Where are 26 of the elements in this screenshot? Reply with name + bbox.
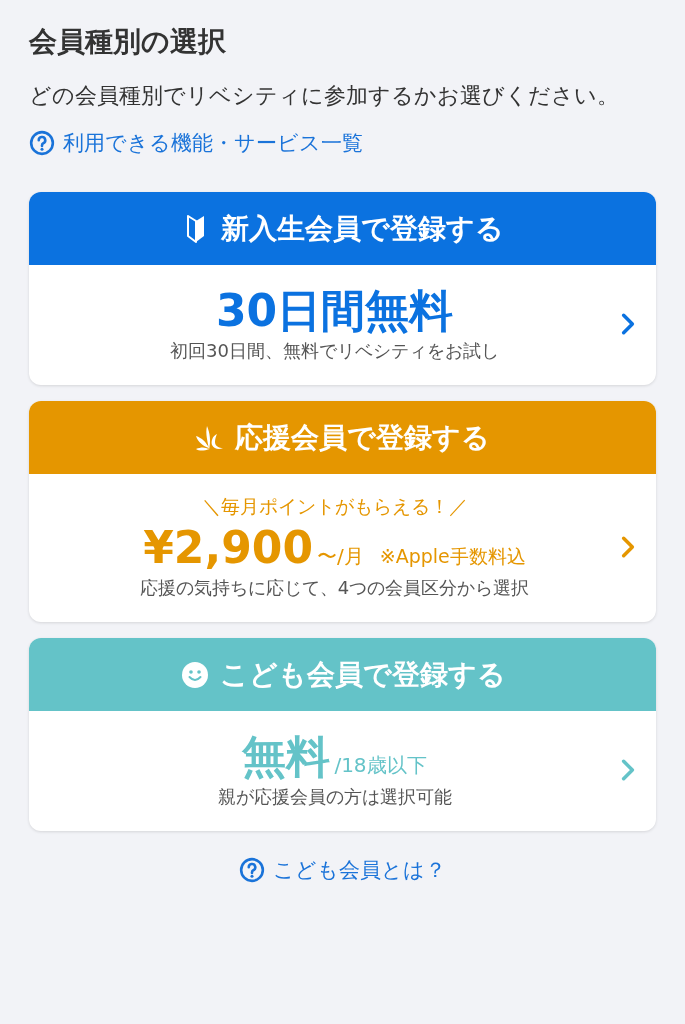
child-member-link[interactable]: こども会員とは？ (29, 855, 656, 885)
tagline: ＼毎月ポイントがもらえる！／ (201, 494, 468, 519)
plan-card[interactable]: こども会員で登録する 無料/18歳以下 親が応援会員の方は選択可能 (29, 638, 656, 831)
smiley-icon (179, 660, 210, 689)
fee-note: ※Apple手数料込 (379, 544, 526, 569)
plan-card[interactable]: 応援会員で登録する ＼毎月ポイントがもらえる！／ ¥2,900〜/月 ※Apple手数料込 応援の気持ちに応じて、4つの会員区分から選択 (29, 401, 656, 622)
chevron-right-icon (620, 758, 636, 782)
price-suffix: /18歳以下 (334, 752, 427, 779)
chevron-right-icon (620, 312, 636, 336)
card-description: 親が応援会員の方は選択可能 (217, 785, 452, 809)
card-description: 初回30日間、無料でリベシティをお試し (170, 339, 499, 363)
page-description: どの会員種別でリベシティに参加するかお選びください。 (29, 82, 620, 110)
plan-card[interactable]: 新入生会員で登録する 30日間無料 初回30日間、無料でリベシティをお試し (29, 192, 656, 385)
page-title: 会員種別の選択 (29, 24, 227, 60)
card-title: こども会員で登録する (219, 656, 506, 693)
price: ¥2,900 (143, 522, 313, 574)
price: 無料 (242, 731, 331, 783)
price: 30日間無料 (215, 285, 454, 337)
chevron-right-icon (620, 535, 636, 559)
price-suffix: 〜/月 (317, 543, 364, 570)
card-title: 新入生会員で登録する (221, 210, 504, 247)
card-title: 応援会員で登録する (235, 419, 490, 456)
features-link[interactable]: 利用できる機能・サービス一覧 (29, 128, 656, 158)
help-icon (29, 130, 55, 156)
card-description: 応援の気持ちに応じて、4つの会員区分から選択 (139, 576, 530, 600)
help-icon (239, 857, 265, 883)
